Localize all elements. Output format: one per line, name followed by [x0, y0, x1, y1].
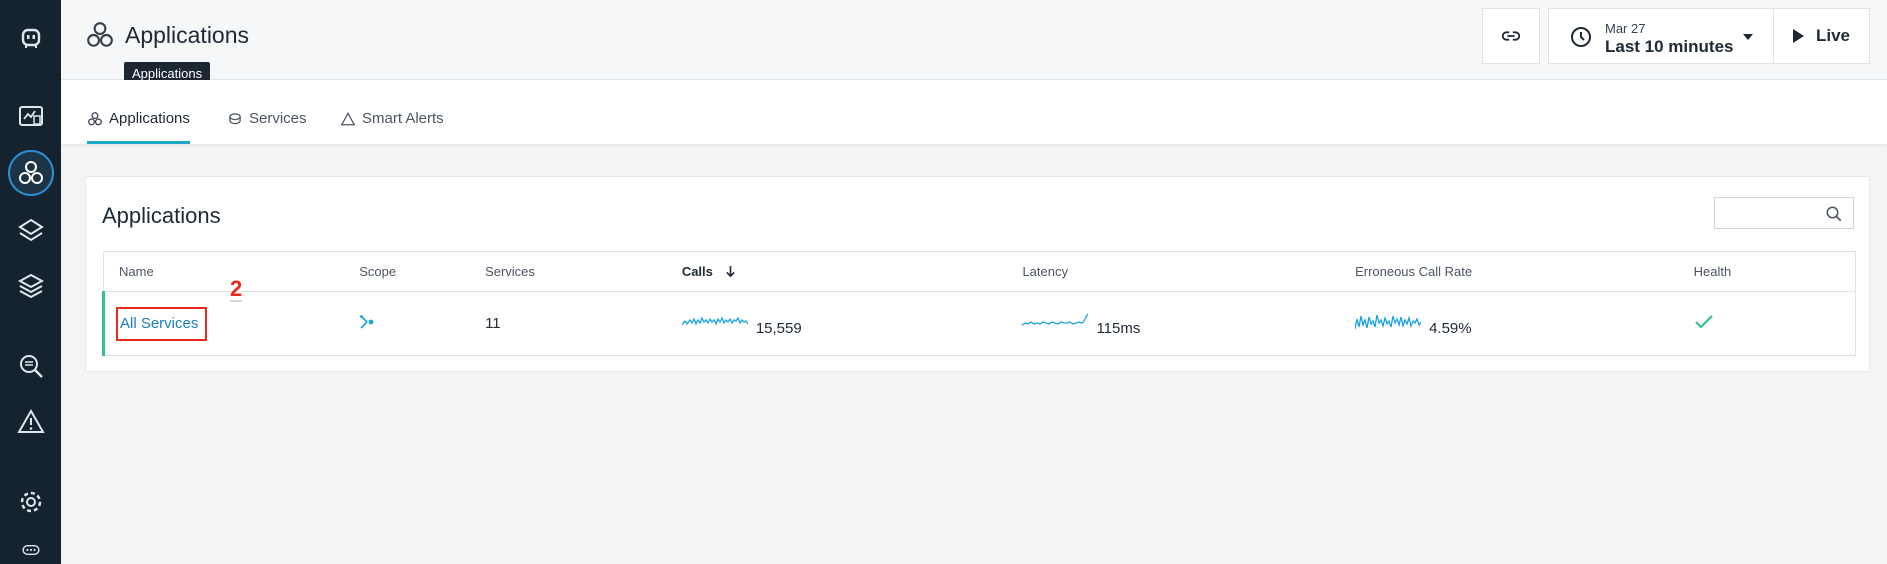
sort-desc-arrow-icon [725, 266, 735, 278]
search-icon[interactable] [1825, 205, 1843, 223]
cell-error-rate: 4.59% [1340, 292, 1679, 356]
annotation-marker: 2 [230, 276, 243, 302]
time-range-picker[interactable]: Mar 27 Last 10 minutes [1548, 8, 1774, 64]
sidebar [0, 0, 61, 564]
copy-link-button[interactable] [1482, 8, 1540, 64]
cell-latency: 115ms [1007, 292, 1340, 356]
column-header-latency[interactable]: Latency [1007, 251, 1341, 292]
applications-card: Applications Name Scope Services Calls L… [85, 176, 1870, 372]
cell-health [1679, 292, 1856, 356]
chevron-down-icon [1743, 34, 1753, 40]
scope-icon[interactable] [359, 314, 375, 330]
live-button[interactable]: Live [1773, 8, 1870, 64]
tab-services[interactable]: Services [227, 110, 307, 144]
play-icon [1792, 29, 1804, 43]
calls-sparkline [681, 315, 748, 326]
more-icon[interactable] [0, 536, 61, 564]
clock-icon [1571, 27, 1591, 47]
column-header-health[interactable]: Health [1678, 251, 1856, 292]
card-title: Applications [102, 203, 221, 228]
services-icon [229, 113, 241, 125]
cell-name: All Services [102, 291, 345, 356]
column-header-label: Calls [681, 264, 713, 279]
error-rate-value: 4.59% [1429, 319, 1472, 337]
analytics-search-icon[interactable] [0, 344, 61, 388]
header: Applications Applications Mar 27 Last 10… [61, 0, 1887, 85]
link-icon [1501, 31, 1521, 41]
robot-logo-icon[interactable] [0, 15, 61, 59]
checkmark-icon [1694, 314, 1713, 329]
cell-calls: 15,559 [667, 292, 1008, 356]
column-header-calls[interactable]: Calls [666, 251, 1008, 292]
live-label: Live [1815, 26, 1851, 45]
tab-applications[interactable]: Applications [87, 110, 190, 144]
application-link[interactable]: All Services [116, 306, 208, 341]
table-row[interactable]: All Services 11 15,559 115ms 4.59% [102, 291, 1856, 356]
table-header-row: Name Scope Services Calls Latency Errone… [103, 251, 1856, 292]
tab-label: Applications [109, 110, 190, 127]
applications-nav-icon[interactable] [0, 150, 61, 196]
page-title: Applications [125, 22, 250, 48]
applications-table: Name Scope Services Calls Latency Errone… [102, 251, 1856, 356]
tab-smart-alerts[interactable]: Smart Alerts [340, 110, 444, 144]
applications-icon [87, 22, 113, 47]
applications-icon [88, 112, 102, 126]
search-input[interactable] [1714, 197, 1854, 229]
latency-value: 115ms [1096, 319, 1141, 337]
tab-label: Services [249, 110, 307, 127]
latency-sparkline [1022, 313, 1089, 326]
platform-layers-icon[interactable] [0, 208, 61, 252]
settings-gear-icon[interactable] [0, 480, 61, 524]
column-header-services[interactable]: Services [470, 251, 667, 292]
time-date: Mar 27 [1605, 21, 1646, 36]
stack-icon[interactable] [0, 264, 61, 308]
column-header-error-rate[interactable]: Erroneous Call Rate [1340, 251, 1679, 292]
alert-triangle-icon[interactable] [0, 400, 61, 444]
cell-scope [344, 292, 470, 356]
column-header-scope[interactable]: Scope [344, 251, 471, 292]
column-header-name[interactable]: Name [103, 251, 345, 292]
calls-value: 15,559 [755, 319, 802, 337]
tab-bar: Applications Services Smart Alerts [61, 80, 1887, 144]
error-rate-sparkline [1355, 314, 1422, 329]
triangle-icon [340, 111, 356, 126]
tab-label: Smart Alerts [362, 110, 444, 127]
cell-services: 11 [485, 315, 501, 332]
time-range-label: Last 10 minutes [1605, 37, 1734, 56]
monitor-dashboard-icon[interactable] [0, 95, 61, 139]
